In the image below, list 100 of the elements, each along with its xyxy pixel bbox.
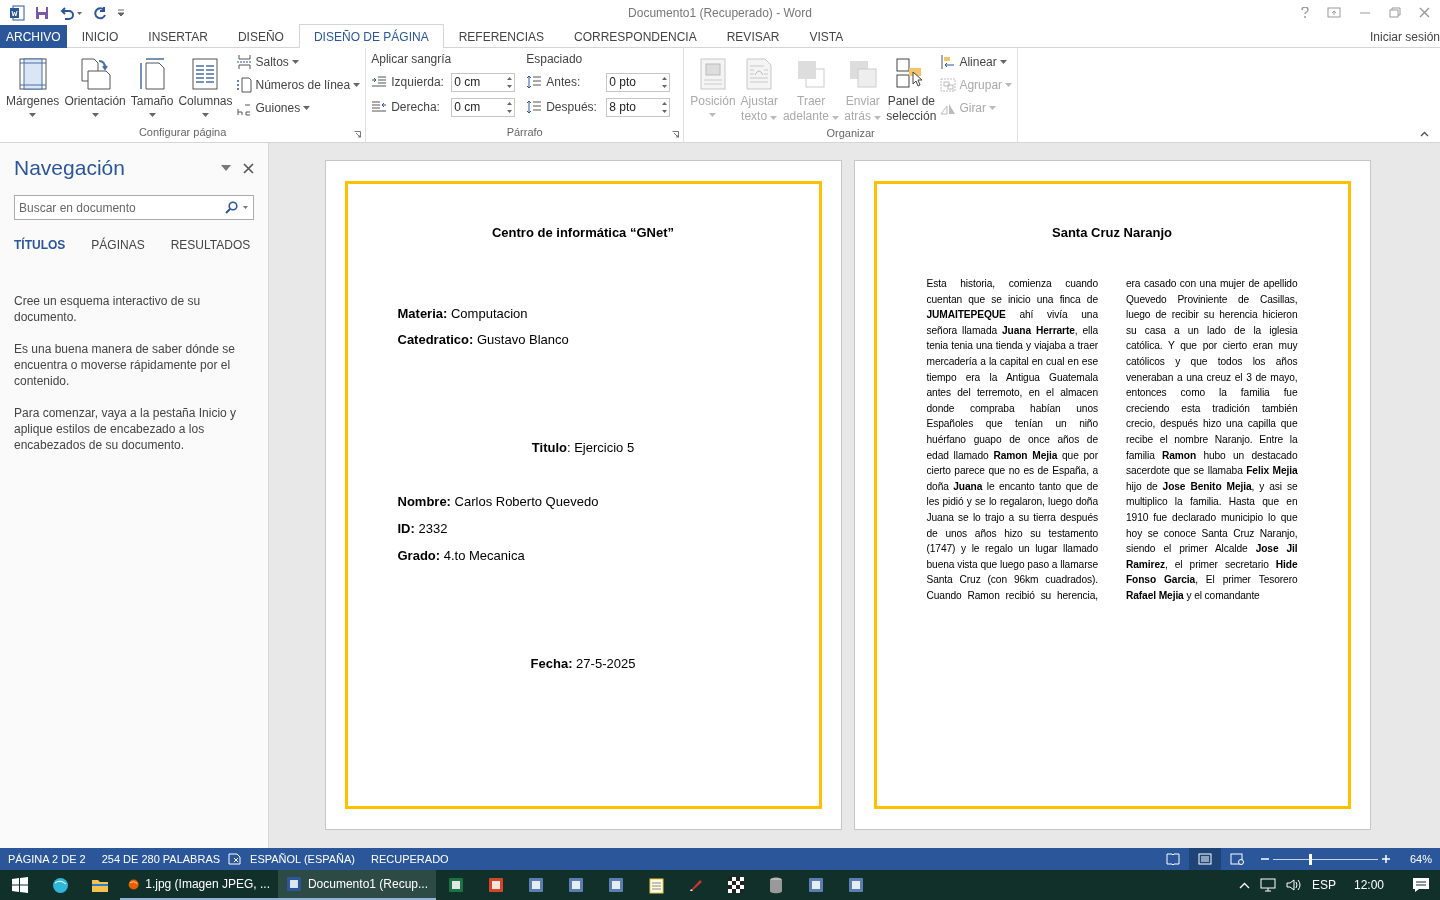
document-line: Grado: 4.to Mecanica xyxy=(397,547,526,565)
language-status[interactable]: ESPAÑOL (ESPAÑA) xyxy=(242,853,363,865)
document-line: Materia: Computacion xyxy=(397,305,529,323)
ribbon-tab[interactable]: ARCHIVO xyxy=(0,25,67,48)
text-wrap-icon xyxy=(746,58,773,90)
bring-forward-icon xyxy=(797,60,826,90)
customize-toolbar-icon[interactable] xyxy=(117,8,125,17)
window-title: Documento1 (Recuperado) - Word xyxy=(628,5,812,20)
caret-icon xyxy=(989,106,997,110)
zoom-thumb[interactable] xyxy=(1308,853,1312,865)
app-tile-icon xyxy=(488,877,504,893)
section-heading: Aplicar sangría xyxy=(371,52,453,68)
app-tile-icon xyxy=(848,877,864,893)
align-icon xyxy=(940,54,957,70)
dropdown-icon[interactable] xyxy=(221,165,231,171)
zoom-out-icon[interactable] xyxy=(1260,855,1269,863)
spacing-after-icon xyxy=(526,100,543,114)
spin-field[interactable]: 8 pto xyxy=(606,97,671,117)
ribbon-button[interactable]: Alinear xyxy=(940,53,1013,71)
ribbon-button[interactable]: Orientación xyxy=(63,52,127,125)
pane-tab[interactable]: TÍTULOS xyxy=(14,236,79,254)
input-language[interactable]: ESP xyxy=(1311,878,1336,892)
network-icon[interactable] xyxy=(1259,878,1276,892)
group-label: Organizar xyxy=(826,126,875,141)
ribbon-tab[interactable]: REFERENCIAS xyxy=(443,25,559,48)
ribbon-tab[interactable]: INSERTAR xyxy=(133,25,223,48)
word-logo-icon[interactable] xyxy=(9,4,25,21)
group-label: Párrafo xyxy=(506,125,543,140)
help-text: Cree un esquema interactivo de su documento. xyxy=(14,293,202,325)
book-icon xyxy=(1165,853,1180,865)
search-field[interactable]: Buscar en documento xyxy=(14,195,254,220)
ribbon-button[interactable]: Márgenes xyxy=(5,52,61,125)
dialog-launcher-icon[interactable] xyxy=(672,131,680,138)
page-break-icon xyxy=(236,54,253,70)
document-line: Nombre: Carlos Roberto Quevedo xyxy=(397,493,600,511)
globe-icon xyxy=(51,876,69,894)
send-backward-icon xyxy=(848,60,877,90)
ribbon-button[interactable]: Tamaño xyxy=(129,52,175,125)
caret-icon xyxy=(291,60,299,64)
taskbar-button[interactable]: Documento1 (Recup... xyxy=(278,870,436,900)
ribbon-tab[interactable]: INICIO xyxy=(66,25,134,48)
pen-icon xyxy=(688,877,704,893)
indent-right-icon xyxy=(371,101,388,113)
pages-rotate-icon xyxy=(79,58,112,90)
database-icon xyxy=(769,876,783,894)
spin-field[interactable]: 0 cm xyxy=(451,97,516,117)
chevron-up-icon[interactable] xyxy=(1238,881,1250,889)
web-page-icon xyxy=(1229,853,1244,865)
document-paragraph: Esta historia, comienza cuando cuentan que se inicio una finca de JUMAITEPEQUE ahí vivía una señora llamada Juana Herrarte, ella tenia tenia una tienda y viajaba a traer mercadería a la capital en cual en ese tiempo era la Antigua Guatemala antes del terremoto, en el almacen donde compraba habían unos Españoles que tenían un niño huérfano guapo de once años de edad llamado Ramon Mejia que por cierto parece que no es de España, a doña Juana le encanto tanto que de les pidió y se lo regalaron, luego doña Juana se lo trajo a su tierra después de unos años hizo su testamento (1747) y le regalo un lugar llamado buena vista que luego paso a llamarse Santa Cruz (con 96km cuadrados). Cuando Ramon recibió su herencia, era casado con una mujer de apellido Quevedo Proviniente de Casillas, luego de recibir su herencia hicieron su casa a un lado de la iglesia católica. Y que por cierto eran muy católicos y que todos los años veneraban a una creuz el 3 de mayo, entonces como la familia fue creciendo esta tradición también crecio, después hizo una capilla que recibe el nombre Naranjo. Entre la familia Ramon hubo un destacado sacerdote que se llamaba Felix Mejia hijo de Jose Benito Mejia, y asi se multiplico la familia. Hasta que en 1910 fue declarado municipio lo que hoy se conoce Santa Cruz Naranjo, siendo el primer Alcalde Jose Jil Ramirez, el primer secretario Hide Fonso Garcia, El primer Tesorero Rafael Mejia y el comandante xyxy=(926,277,1298,603)
page-count[interactable]: PÁGINA 2 DE 2 xyxy=(0,853,94,865)
ribbon-tab[interactable]: VISTA xyxy=(794,25,859,48)
spin-field[interactable]: 0 cm xyxy=(451,72,516,92)
ribbon-button[interactable]: Columnas xyxy=(177,52,234,125)
help-text: Para comenzar, vaya a la pestaña Inicio y aplique estilos de encabezado a los encabezados de su documento. xyxy=(14,405,238,453)
help-icon[interactable] xyxy=(1301,7,1309,18)
ribbon-tab[interactable]: CORRESPONDENCIA xyxy=(559,25,712,48)
speaker-icon[interactable] xyxy=(1285,878,1302,892)
sign-in-link[interactable]: Iniciar sesión xyxy=(1369,29,1440,44)
line-numbers-icon xyxy=(236,77,253,93)
margins-icon xyxy=(17,58,48,90)
proofing-icon[interactable] xyxy=(228,853,243,865)
ribbon-tab[interactable]: DISEÑO DE PÁGINA xyxy=(298,24,444,48)
spacing-before-icon xyxy=(526,75,543,89)
close-icon[interactable] xyxy=(243,162,254,174)
word-count[interactable]: 254 DE 280 PALABRAS xyxy=(93,853,229,865)
field-label: Antes: xyxy=(546,75,582,89)
caret-icon xyxy=(353,83,361,87)
spin-field[interactable]: 0 pto xyxy=(606,72,671,92)
app-tile-icon xyxy=(608,877,624,893)
ribbon-tab[interactable]: DISEÑO xyxy=(222,25,299,48)
ribbon-display-icon[interactable] xyxy=(1327,7,1341,18)
notifications-icon[interactable] xyxy=(1412,877,1430,893)
page-size-icon xyxy=(138,58,167,90)
view-print-button[interactable] xyxy=(1188,848,1221,870)
redo-icon[interactable] xyxy=(93,5,107,20)
undo-icon[interactable] xyxy=(59,5,83,20)
start-icon[interactable] xyxy=(12,877,28,893)
zoom-level[interactable]: 64% xyxy=(1397,853,1440,865)
caret-icon xyxy=(303,106,311,110)
ribbon-button[interactable]: Números de línea xyxy=(236,76,361,94)
group-label: Configurar página xyxy=(138,125,227,140)
field-label: Después: xyxy=(546,100,598,114)
app-tile-icon xyxy=(286,876,302,892)
pane-title: Navegación xyxy=(14,156,126,180)
ribbon-tab[interactable]: REVISAR xyxy=(711,25,795,48)
pane-tab[interactable]: PÁGINAS xyxy=(78,236,158,254)
ribbon-button[interactable]: Panel de selección xyxy=(885,52,938,126)
document-line: Centro de informática “GNet” xyxy=(491,224,675,242)
field-label: Izquierda: xyxy=(391,75,445,89)
clock[interactable]: 12:00 xyxy=(1353,878,1384,892)
collapse-ribbon-icon[interactable] xyxy=(1420,131,1429,137)
checker-icon xyxy=(728,877,744,893)
pane-tab[interactable]: RESULTADOS xyxy=(157,236,264,254)
ribbon-button[interactable]: Saltos xyxy=(236,53,361,71)
group-icon xyxy=(940,77,957,93)
ribbon-button[interactable]: Guiones xyxy=(236,99,361,117)
help-text: Es una buena manera de saber dónde se encuentra o moverse rápidamente por el contenido. xyxy=(14,341,236,389)
dialog-launcher-icon[interactable] xyxy=(354,131,362,138)
zoom-in-icon[interactable] xyxy=(1381,855,1390,863)
app-tile-icon xyxy=(808,877,824,893)
